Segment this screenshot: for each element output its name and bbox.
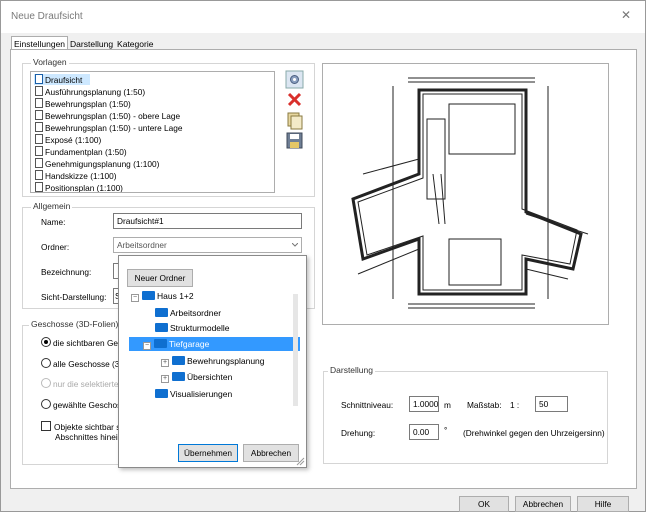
name-field[interactable]: Draufsicht#1: [113, 213, 302, 229]
folder-icon: [142, 291, 155, 300]
cancel-button[interactable]: Abbrechen: [515, 496, 571, 512]
list-item[interactable]: Positionsplan (1:100): [35, 182, 123, 192]
tree-node-arbeitsordner[interactable]: Arbeitsordner: [155, 307, 221, 320]
tree-node-uebersichten[interactable]: + Übersichten: [161, 371, 232, 384]
document-icon: [35, 158, 43, 168]
sicht-label: Sicht-Darstellung:: [41, 292, 107, 302]
vorlagen-label: Vorlagen: [31, 57, 69, 67]
tree-scrollbar[interactable]: [293, 294, 298, 406]
new-folder-button[interactable]: Neuer Ordner: [127, 269, 193, 287]
drehung-label: Drehung:: [341, 428, 376, 438]
collapse-icon[interactable]: −: [131, 294, 139, 302]
document-icon: [35, 86, 43, 96]
floorplan-drawing: [351, 77, 589, 309]
radio-button[interactable]: [41, 378, 51, 388]
resize-grip-icon[interactable]: [295, 456, 305, 466]
folder-icon: [154, 339, 167, 348]
floorplan-preview: [322, 63, 609, 325]
folder-picker-popup: Neuer Ordner − Haus 1+2 Arbeitsordner Str…: [118, 255, 307, 468]
drehung-field[interactable]: 0.00: [409, 424, 439, 440]
list-item[interactable]: Draufsicht: [35, 74, 82, 85]
checkbox-line2: Abschnittes hinein: [55, 432, 123, 442]
document-icon: [35, 146, 43, 156]
delete-template-button[interactable]: [285, 90, 304, 109]
schnitt-unit: m: [444, 400, 451, 410]
tab-strip: Einstellungen Darstellung Kategorie: [11, 36, 155, 51]
allgemein-label: Allgemein: [31, 201, 73, 211]
bezeichnung-label: Bezeichnung:: [41, 267, 92, 277]
document-icon: [35, 122, 43, 132]
template-settings-button[interactable]: [285, 70, 304, 89]
window-title: Neue Draufsicht: [11, 11, 83, 22]
close-icon[interactable]: ✕: [621, 8, 635, 22]
darstellung-label: Darstellung: [328, 365, 375, 375]
delete-x-icon: [287, 92, 302, 107]
help-button[interactable]: Hilfe: [577, 496, 629, 512]
document-icon: [35, 182, 43, 192]
tree-node-bewehrungsplanung[interactable]: + Bewehrungsplanung: [161, 355, 265, 368]
copy-template-button[interactable]: [285, 111, 304, 130]
folder-icon: [155, 323, 168, 332]
massstab-prefix: 1 :: [510, 400, 520, 410]
radio-visible-floors[interactable]: die sichtbaren Ges: [41, 337, 122, 348]
folder-icon: [155, 389, 168, 398]
checkbox[interactable]: [41, 421, 51, 431]
apply-button[interactable]: Übernehmen: [178, 444, 238, 462]
objects-visible-checkbox[interactable]: Objekte sichtbar s: [41, 421, 120, 432]
tree-node-root[interactable]: − Haus 1+2: [131, 290, 194, 303]
folder-icon: [155, 308, 168, 317]
copy-icon: [287, 112, 303, 130]
radio-chosen-floors[interactable]: gewählte Geschos: [41, 399, 121, 410]
list-item[interactable]: Genehmigungsplanung (1:100): [35, 158, 159, 169]
expand-icon[interactable]: +: [161, 375, 169, 383]
save-template-button[interactable]: [285, 131, 304, 150]
schnitt-label: Schnittniveau:: [341, 400, 394, 410]
list-item[interactable]: Ausführungsplanung (1:50): [35, 86, 145, 97]
document-icon: [35, 74, 43, 84]
collapse-icon[interactable]: −: [143, 342, 151, 350]
document-icon: [35, 98, 43, 108]
list-item[interactable]: Bewehrungsplan (1:50) - untere Lage: [35, 122, 182, 133]
expand-icon[interactable]: +: [161, 359, 169, 367]
ordner-value: Arbeitsordner: [117, 240, 167, 250]
gear-icon: [285, 70, 304, 89]
schnitt-field[interactable]: 1.0000: [409, 396, 439, 412]
tree-node-strukturmodelle[interactable]: Strukturmodelle: [155, 322, 230, 335]
geschosse-label: Geschosse (3D-Folien): [29, 319, 121, 329]
list-item[interactable]: Handskizze (1:100): [35, 170, 116, 181]
radio-all-floors[interactable]: alle Geschosse (3: [41, 358, 119, 369]
document-icon: [35, 170, 43, 180]
document-icon: [35, 134, 43, 144]
list-item[interactable]: Bewehrungsplan (1:50) - obere Lage: [35, 110, 180, 121]
drehung-note: (Drehwinkel gegen den Uhrzeigersinn): [463, 428, 605, 438]
darstellung-group: [323, 371, 608, 464]
radio-button[interactable]: [41, 337, 51, 347]
ordner-label: Ordner:: [41, 242, 70, 252]
tree-node-visualisierungen[interactable]: Visualisierungen: [155, 388, 232, 401]
list-item[interactable]: Fundamentplan (1:50): [35, 146, 127, 157]
folder-icon: [172, 372, 185, 381]
drehung-unit: °: [444, 425, 448, 435]
radio-button[interactable]: [41, 358, 51, 368]
vorlagen-list[interactable]: Draufsicht Ausführungsplanung (1:50) Bew…: [30, 71, 275, 193]
folder-tree[interactable]: − Haus 1+2 Arbeitsordner Strukturmodelle …: [129, 288, 300, 410]
save-icon: [286, 132, 303, 149]
name-label: Name:: [41, 217, 66, 227]
list-item[interactable]: Exposé (1:100): [35, 134, 101, 145]
tree-node-tiefgarage[interactable]: − Tiefgarage: [143, 338, 209, 351]
ok-button[interactable]: OK: [459, 496, 509, 512]
dialog-window: Neue Draufsicht ✕ Einstellungen Darstellu…: [0, 0, 646, 512]
radio-selected-floors[interactable]: nur die selektierten: [41, 378, 123, 389]
popup-cancel-button[interactable]: Abbrechen: [243, 444, 299, 462]
folder-icon: [172, 356, 185, 365]
document-icon: [35, 110, 43, 120]
ordner-dropdown[interactable]: Arbeitsordner: [113, 237, 302, 253]
title-bar: Neue Draufsicht ✕: [1, 1, 645, 33]
massstab-label: Maßstab:: [467, 400, 502, 410]
chevron-down-icon: [292, 243, 298, 247]
list-item[interactable]: Bewehrungsplan (1:50): [35, 98, 131, 109]
massstab-field[interactable]: 50: [535, 396, 568, 412]
radio-button[interactable]: [41, 399, 51, 409]
